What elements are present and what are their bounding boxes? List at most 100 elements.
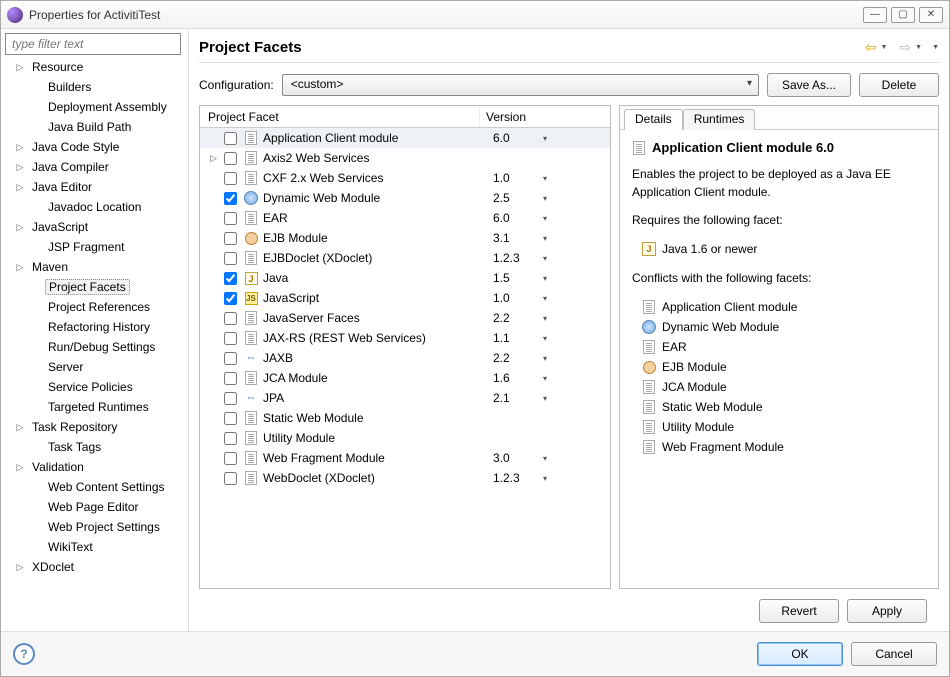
sidebar-item-builders[interactable]: Builders [5, 77, 186, 97]
version-dropdown-icon[interactable]: ▾ [543, 294, 557, 303]
menu-dropdown-icon[interactable]: ▼ [932, 44, 939, 51]
sidebar-item-web-content-settings[interactable]: Web Content Settings [5, 477, 186, 497]
version-dropdown-icon[interactable]: ▾ [543, 374, 557, 383]
sidebar-item-javascript[interactable]: ▷JavaScript [5, 217, 186, 237]
facet-checkbox[interactable] [224, 212, 237, 225]
sidebar-item-validation[interactable]: ▷Validation [5, 457, 186, 477]
facet-checkbox[interactable] [224, 332, 237, 345]
sidebar-item-project-facets[interactable]: Project Facets [5, 277, 186, 297]
facet-checkbox[interactable] [224, 232, 237, 245]
forward-arrow-icon[interactable]: ⇨ [899, 39, 911, 56]
sidebar-item-project-references[interactable]: Project References [5, 297, 186, 317]
version-dropdown-icon[interactable]: ▾ [543, 134, 557, 143]
facet-row[interactable]: JAX-RS (REST Web Services)1.1▾ [200, 328, 610, 348]
filter-input[interactable] [5, 33, 181, 55]
version-dropdown-icon[interactable]: ▾ [543, 314, 557, 323]
facet-checkbox[interactable] [224, 452, 237, 465]
facet-checkbox[interactable] [224, 172, 237, 185]
facet-row[interactable]: Web Fragment Module3.0▾ [200, 448, 610, 468]
version-dropdown-icon[interactable]: ▾ [543, 174, 557, 183]
facet-row[interactable]: Static Web Module [200, 408, 610, 428]
facet-list[interactable]: Application Client module6.0▾▷Axis2 Web … [200, 128, 610, 588]
sidebar-item-web-page-editor[interactable]: Web Page Editor [5, 497, 186, 517]
facet-row[interactable]: Application Client module6.0▾ [200, 128, 610, 148]
facet-checkbox[interactable] [224, 372, 237, 385]
version-dropdown-icon[interactable]: ▾ [543, 474, 557, 483]
version-dropdown-icon[interactable]: ▾ [543, 214, 557, 223]
back-arrow-icon[interactable]: ⇦ [865, 39, 877, 56]
facet-row[interactable]: JCA Module1.6▾ [200, 368, 610, 388]
sidebar-item-java-code-style[interactable]: ▷Java Code Style [5, 137, 186, 157]
facet-row[interactable]: JSJavaScript1.0▾ [200, 288, 610, 308]
sidebar-item-resource[interactable]: ▷Resource [5, 57, 186, 77]
facet-checkbox[interactable] [224, 292, 237, 305]
ok-button[interactable]: OK [757, 642, 843, 666]
close-button[interactable]: ✕ [919, 7, 943, 23]
configuration-combo[interactable]: <custom> [282, 74, 759, 96]
help-icon[interactable]: ? [13, 643, 35, 665]
facet-checkbox[interactable] [224, 312, 237, 325]
back-dropdown-icon[interactable]: ▼ [880, 44, 887, 51]
sidebar-item-xdoclet[interactable]: ▷XDoclet [5, 557, 186, 577]
version-dropdown-icon[interactable]: ▾ [543, 274, 557, 283]
sidebar-item-java-compiler[interactable]: ▷Java Compiler [5, 157, 186, 177]
facet-row[interactable]: JavaServer Faces2.2▾ [200, 308, 610, 328]
revert-button[interactable]: Revert [759, 599, 839, 623]
delete-button[interactable]: Delete [859, 73, 939, 97]
version-dropdown-icon[interactable]: ▾ [543, 354, 557, 363]
version-dropdown-icon[interactable]: ▾ [543, 394, 557, 403]
version-dropdown-icon[interactable]: ▾ [543, 254, 557, 263]
version-dropdown-icon[interactable]: ▾ [543, 234, 557, 243]
sidebar-item-refactoring-history[interactable]: Refactoring History [5, 317, 186, 337]
facet-checkbox[interactable] [224, 472, 237, 485]
sidebar-item-javadoc-location[interactable]: Javadoc Location [5, 197, 186, 217]
version-dropdown-icon[interactable]: ▾ [543, 454, 557, 463]
sidebar-item-web-project-settings[interactable]: Web Project Settings [5, 517, 186, 537]
sidebar-item-jsp-fragment[interactable]: JSP Fragment [5, 237, 186, 257]
facet-row[interactable]: ⇔JAXB2.2▾ [200, 348, 610, 368]
save-as-button[interactable]: Save As... [767, 73, 851, 97]
cancel-button[interactable]: Cancel [851, 642, 937, 666]
version-dropdown-icon[interactable]: ▾ [543, 334, 557, 343]
sidebar-item-run-debug-settings[interactable]: Run/Debug Settings [5, 337, 186, 357]
facet-checkbox[interactable] [224, 132, 237, 145]
facet-checkbox[interactable] [224, 392, 237, 405]
facet-row[interactable]: CXF 2.x Web Services1.0▾ [200, 168, 610, 188]
facet-checkbox[interactable] [224, 272, 237, 285]
forward-dropdown-icon[interactable]: ▼ [915, 44, 922, 51]
facet-col-name[interactable]: Project Facet [200, 106, 480, 127]
property-tree[interactable]: ▷ResourceBuildersDeployment AssemblyJava… [5, 57, 186, 627]
sidebar-item-deployment-assembly[interactable]: Deployment Assembly [5, 97, 186, 117]
facet-checkbox[interactable] [224, 432, 237, 445]
facet-checkbox[interactable] [224, 352, 237, 365]
sidebar-item-task-repository[interactable]: ▷Task Repository [5, 417, 186, 437]
facet-row[interactable]: ⇔JPA2.1▾ [200, 388, 610, 408]
apply-button[interactable]: Apply [847, 599, 927, 623]
sidebar-item-server[interactable]: Server [5, 357, 186, 377]
sidebar-item-java-build-path[interactable]: Java Build Path [5, 117, 186, 137]
facet-checkbox[interactable] [224, 412, 237, 425]
facet-row[interactable]: EAR6.0▾ [200, 208, 610, 228]
facet-checkbox[interactable] [224, 192, 237, 205]
tab-details[interactable]: Details [624, 109, 683, 130]
sidebar-item-service-policies[interactable]: Service Policies [5, 377, 186, 397]
facet-row[interactable]: Dynamic Web Module2.5▾ [200, 188, 610, 208]
version-dropdown-icon[interactable]: ▾ [543, 194, 557, 203]
tab-runtimes[interactable]: Runtimes [683, 109, 756, 130]
facet-row[interactable]: JJava1.5▾ [200, 268, 610, 288]
facet-col-version[interactable]: Version [480, 106, 610, 127]
sidebar-item-java-editor[interactable]: ▷Java Editor [5, 177, 186, 197]
facet-row[interactable]: ▷Axis2 Web Services [200, 148, 610, 168]
facet-row[interactable]: EJBDoclet (XDoclet)1.2.3▾ [200, 248, 610, 268]
facet-row[interactable]: Utility Module [200, 428, 610, 448]
sidebar-item-maven[interactable]: ▷Maven [5, 257, 186, 277]
maximize-button[interactable]: ▢ [891, 7, 915, 23]
facet-checkbox[interactable] [224, 152, 237, 165]
sidebar-item-wikitext[interactable]: WikiText [5, 537, 186, 557]
sidebar-item-task-tags[interactable]: Task Tags [5, 437, 186, 457]
facet-checkbox[interactable] [224, 252, 237, 265]
facet-row[interactable]: EJB Module3.1▾ [200, 228, 610, 248]
facet-row[interactable]: WebDoclet (XDoclet)1.2.3▾ [200, 468, 610, 488]
sidebar-item-targeted-runtimes[interactable]: Targeted Runtimes [5, 397, 186, 417]
minimize-button[interactable]: — [863, 7, 887, 23]
